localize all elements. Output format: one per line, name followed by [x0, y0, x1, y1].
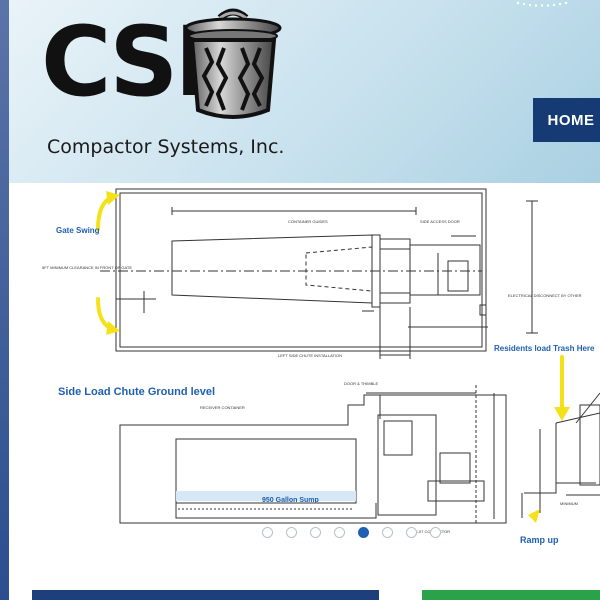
slide-drawing: Gate Swing 5FT MINIMUM CLEARANCE IN FRON…	[36, 183, 600, 553]
side-access-door-label: SIDE ACCESS DOOR	[420, 219, 460, 224]
carousel-dot[interactable]	[406, 527, 417, 538]
decorative-dots	[516, 1, 568, 7]
carousel-dot[interactable]	[334, 527, 345, 538]
carousel-dots	[262, 527, 441, 538]
left-page-edge	[0, 0, 9, 600]
residents-label: Residents load Trash Here	[494, 344, 595, 353]
electrical-label: ELECTRICAL DISCONNECT BY OTHER	[508, 293, 582, 298]
blue-section-bar[interactable]	[32, 590, 379, 600]
ramp-label: Ramp up	[520, 535, 559, 545]
clearance-note: 5FT MINIMUM CLEARANCE IN FRONT OF GATE	[42, 265, 132, 270]
container-guides-label: CONTAINER GUIDES	[288, 219, 328, 224]
csi-logo[interactable]: CSI Compactor Systems, Inc.	[39, 6, 289, 166]
carousel-dot[interactable]	[286, 527, 297, 538]
gate-swing-label: Gate Swing	[56, 226, 100, 235]
minimum-label: MINIMUM	[560, 501, 578, 506]
carousel-dot[interactable]	[262, 527, 273, 538]
chute-drawing: Gate Swing 5FT MINIMUM CLEARANCE IN FRON…	[42, 188, 600, 545]
trash-can-icon	[184, 8, 282, 119]
receiver-label: RECEIVER CONTAINER	[200, 405, 245, 410]
logo-tagline: Compactor Systems, Inc.	[47, 136, 285, 158]
site-header: CSI Compactor Systems, Inc. HOME	[9, 0, 600, 183]
green-section-bar[interactable]	[422, 590, 600, 600]
sump-label: 950 Gallon Sump	[262, 497, 319, 504]
carousel-dot[interactable]	[382, 527, 393, 538]
carousel-dot-active[interactable]	[358, 527, 369, 538]
side-load-title: Side Load Chute Ground level	[58, 386, 215, 398]
carousel-dot[interactable]	[310, 527, 321, 538]
carousel-dot[interactable]	[430, 527, 441, 538]
door-thimble-label: DOOR & THIMBLE	[344, 381, 378, 386]
home-nav-button[interactable]: HOME	[533, 98, 600, 142]
install-caption: LEFT SIDE CHUTE INSTALLATION	[278, 353, 342, 358]
